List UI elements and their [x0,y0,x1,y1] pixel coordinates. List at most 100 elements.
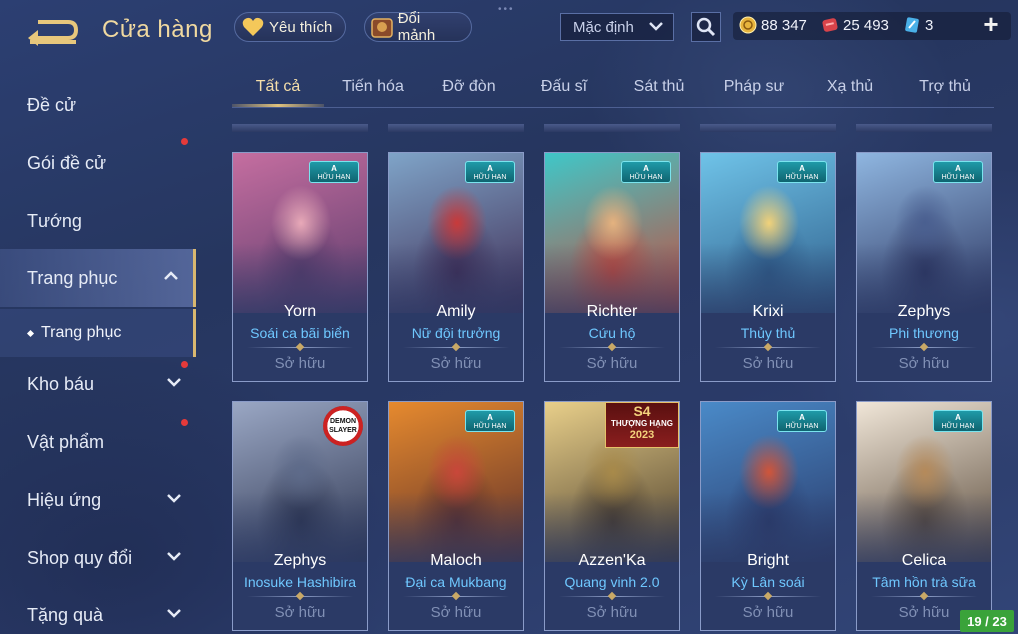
limited-badge: A HỮU HẠN [777,410,827,432]
gold-currency: 88 347 [739,16,807,34]
limited-badge: A HỮU HẠN [465,410,515,432]
limited-badge: A HỮU HẠN [621,161,671,183]
sort-dropdown[interactable]: Mặc định [560,13,674,41]
sidebar-item-label: Kho báu [27,373,95,394]
chevron-down-icon [649,22,663,31]
badge-text: HỮU HẠN [785,423,819,430]
gold-coin-icon [739,16,757,34]
top-bar: Cửa hàng Yêu thích Đổi mảnh ••• Mặc định… [0,0,1018,60]
hero-name: Amily [436,303,476,320]
skin-card[interactable]: A HỮU HẠN Zephys Phi thương Sở hữu [856,152,992,382]
skin-card[interactable]: A HỮU HẠN Yorn Soái ca bãi biển Sở hữu [232,152,368,382]
drag-handle-icon[interactable]: ••• [498,4,515,15]
ruby-voucher-icon [822,18,838,32]
notification-dot [181,138,188,145]
heart-icon [239,13,267,41]
skin-card[interactable]: A HỮU HẠN Maloch Đại ca Mukbang Sở hữu [388,401,524,631]
skin-name: Nữ đội trưởng [411,325,501,341]
page-title: Cửa hàng [102,16,213,43]
chevron-down-icon [167,609,181,618]
sidebar-item-featured[interactable]: Đề cử [0,76,196,134]
sidebar-item-exchange-shop[interactable]: Shop quy đổi [0,529,196,587]
diamond-icon [451,591,461,601]
sidebar-item-heroes[interactable]: Tướng [0,192,196,250]
season-badge: S4 THƯỢNG HẠNG 2023 [605,402,679,448]
favorites-label: Yêu thích [269,18,333,36]
add-currency-button[interactable]: + [978,11,1004,38]
season-badge-y: 2023 [629,429,655,441]
scrolled-card-edge [544,124,680,132]
currency-bar: 88 347 25 493 3 [733,12,1011,40]
skin-card[interactable]: S4 THƯỢNG HẠNG 2023 Azzen'Ka Quang vinh 2.0 S… [544,401,680,631]
tab-evolution[interactable]: Tiến hóa [342,78,404,96]
bullet-icon [26,329,35,337]
skin-card[interactable]: A HỮU HẠN Amily Nữ đội trưởng Sở hữu [388,152,524,382]
sidebar: Đề cử Gói đề cử Tướng Trang phục Trang p… [0,72,198,634]
sidebar-item-treasure[interactable]: Kho báu [0,355,196,413]
skin-card[interactable]: A HỮU HẠN Celica Tâm hồn trà sữa Sở hữu [856,401,992,631]
tab-support[interactable]: Trợ thủ [919,78,971,96]
search-button[interactable] [691,12,721,42]
gold-amount: 88 347 [761,16,807,34]
skin-card[interactable]: DEMON SLAYER Zephys Inosuke Hashibira Sở hữ… [232,401,368,631]
tab-marksman[interactable]: Xạ thủ [827,78,873,96]
sidebar-item-label: Gói đề cử [27,152,107,173]
scrolled-card-edge [388,124,524,132]
sidebar-item-items[interactable]: Vật phẩm [0,413,196,471]
badge-rank: A [487,164,493,173]
skin-card[interactable]: A HỮU HẠN Bright Kỳ Lân soái Sở hữu [700,401,836,631]
tab-assassin[interactable]: Sát thủ [634,78,685,96]
page-counter: 19 / 23 [960,610,1014,632]
sidebar-item-effects[interactable]: Hiệu ứng [0,471,196,529]
scrolled-card-edge [700,124,836,132]
sidebar-item-label: Đề cử [27,94,77,115]
badge-text: HỮU HẠN [785,174,819,181]
chevron-up-icon [164,271,178,280]
demon-slayer-badge: DEMON SLAYER [323,406,363,446]
sidebar-subitem-skins[interactable]: Trang phục [0,309,196,357]
hero-name: Azzen'Ka [578,552,646,569]
skin-name: Quang vinh 2.0 [564,574,660,590]
diamond-icon [919,342,929,352]
badge-text: HỮU HẠN [473,174,507,181]
hero-name: Celica [901,552,947,569]
shard-exchange-button[interactable]: Đổi mảnh [364,10,472,44]
skin-card[interactable]: A HỮU HẠN Krixi Thủy thủ Sở hữu [700,152,836,382]
skin-card[interactable]: A HỮU HẠN Richter Cứu hộ Sở hữu [544,152,680,382]
notification-dot [181,419,188,426]
tab-all[interactable]: Tất cả [256,78,300,96]
badge-text: HỮU HẠN [941,423,975,430]
role-tabs: Tất cả Tiến hóa Đỡ đòn Đấu sĩ Sát thủ Ph… [232,70,994,108]
favorites-button[interactable]: Yêu thích [234,12,346,42]
diamond-icon [607,591,617,601]
skin-name: Kỳ Lân soái [731,574,805,590]
skin-name: Inosuke Hashibira [243,574,357,590]
tab-fighter[interactable]: Đấu sĩ [541,78,587,96]
sidebar-item-featured-bundles[interactable]: Gói đề cử [0,134,196,192]
sidebar-item-gifts[interactable]: Tặng quà [0,586,196,634]
sidebar-item-skins[interactable]: Trang phục [0,249,196,307]
tab-mage[interactable]: Pháp sư [724,78,785,96]
shard-chest-icon [369,13,396,41]
skin-name: Phi thương [889,325,959,341]
back-button[interactable] [24,18,80,46]
skin-name: Thủy thủ [740,325,796,341]
limited-badge: A HỮU HẠN [465,161,515,183]
ruby-currency: 25 493 [821,16,889,34]
skin-ticket-currency: 3 [903,16,933,34]
sidebar-item-label: Hiệu ứng [27,489,102,510]
hero-name: Yorn [283,303,317,320]
diamond-icon [607,342,617,352]
skin-name: Soái ca bãi biển [250,325,350,341]
badge-text: HỮU HẠN [317,174,351,181]
tab-tank[interactable]: Đỡ đòn [442,78,495,96]
owned-status: Sở hữu [586,355,638,372]
hero-name: Richter [586,303,638,320]
ruby-amount: 25 493 [843,16,889,34]
skin-name: Đại ca Mukbang [405,574,507,590]
skin-ticket-icon [905,17,919,33]
chevron-down-icon [167,552,181,561]
season-badge-t: THƯỢNG HẠNG [611,419,673,428]
badge-rank: A [955,164,961,173]
owned-status: Sở hữu [742,604,794,621]
